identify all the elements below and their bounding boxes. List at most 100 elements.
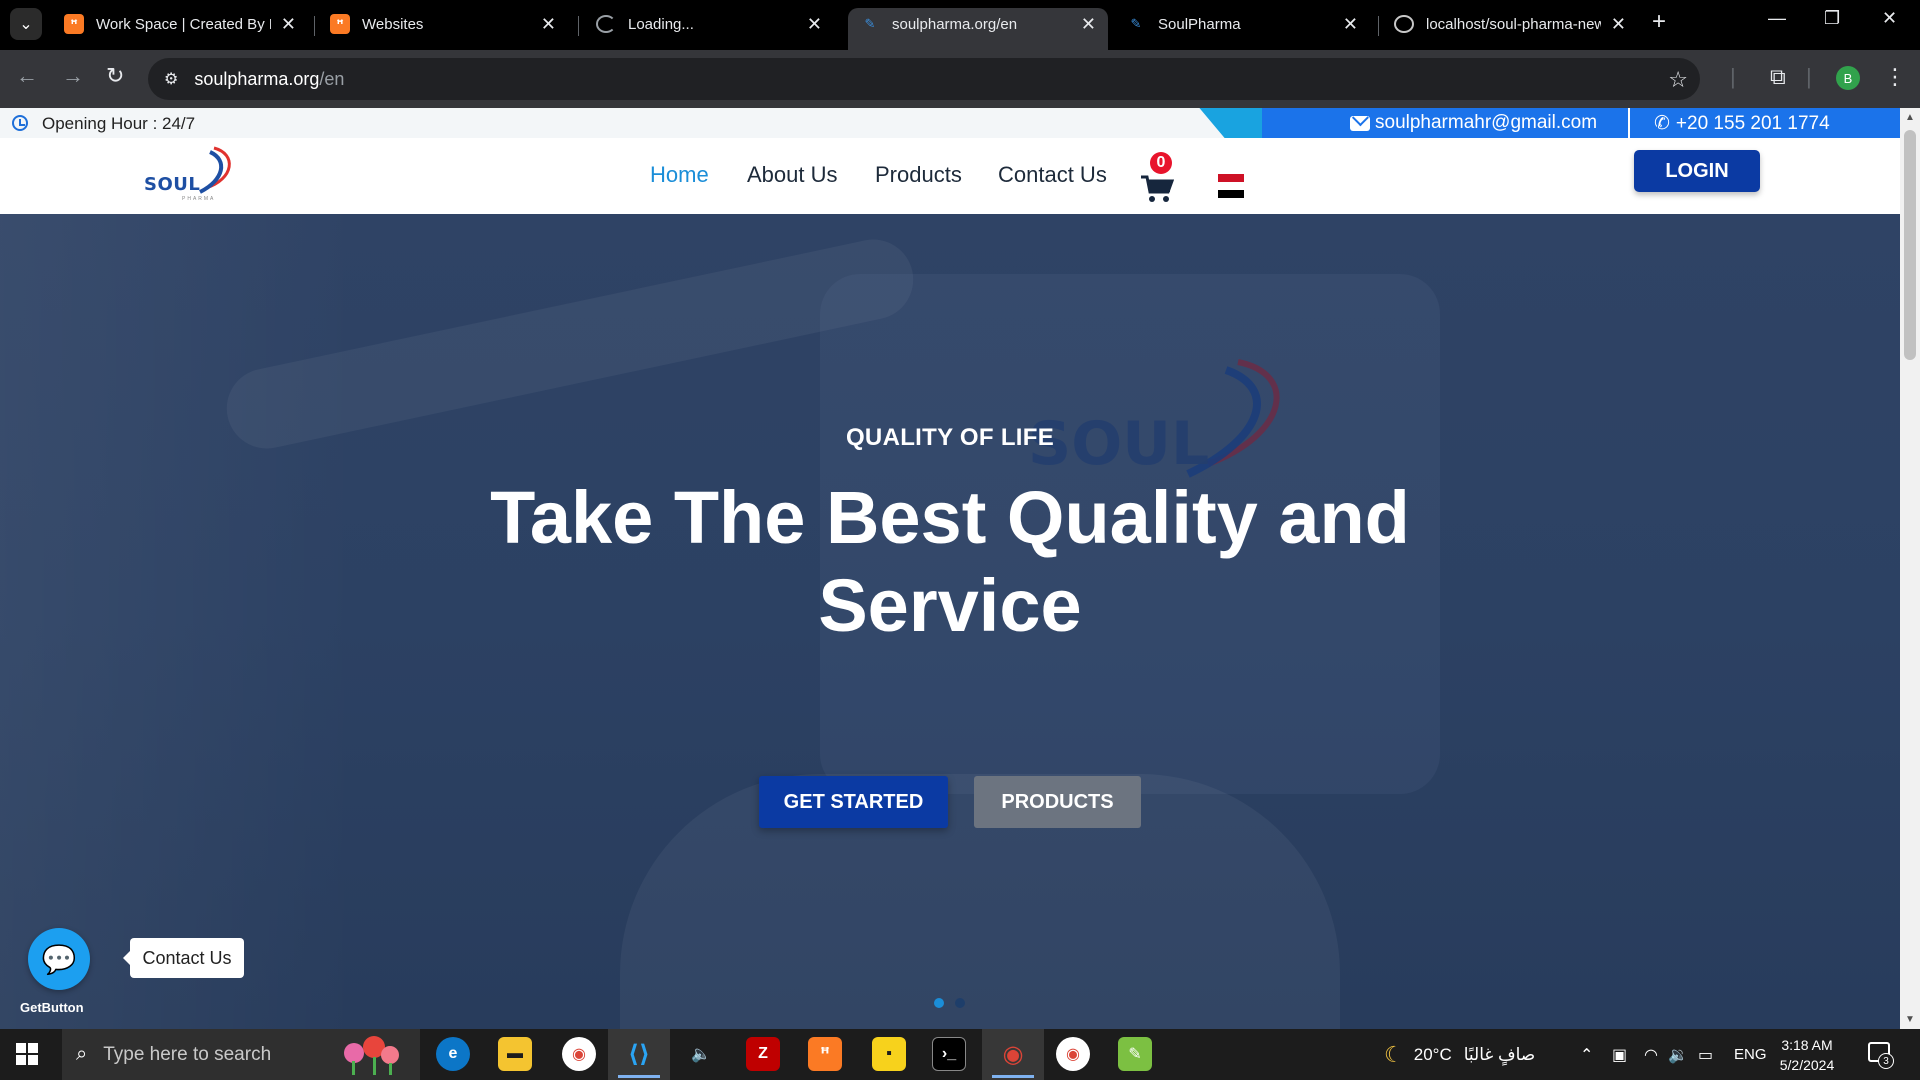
- notification-count: 3: [1878, 1053, 1894, 1069]
- browser-menu-icon[interactable]: ⋮: [1884, 64, 1906, 90]
- url-path: /en: [319, 68, 345, 89]
- extensions-icon[interactable]: ⧉: [1770, 64, 1786, 90]
- chat-widget-label[interactable]: Contact Us: [123, 938, 244, 978]
- login-button[interactable]: LOGIN: [1634, 150, 1760, 192]
- chevron-down-icon: ⌄: [19, 16, 33, 33]
- filezilla-icon[interactable]: Z: [746, 1037, 780, 1071]
- taskbar-clock[interactable]: 3:18 AM 5/2/2024: [1772, 1035, 1842, 1075]
- url-host: soulpharma.org: [194, 68, 320, 89]
- edge-icon[interactable]: e: [436, 1037, 470, 1071]
- browser-tab[interactable]: localhost/soul-pharma-new ✕: [1382, 8, 1638, 50]
- cart-count-badge: 0: [1150, 152, 1172, 174]
- soul-pharma-icon: ✎: [1130, 16, 1142, 31]
- browser-tab[interactable]: ꟸ Work Space | Created By Er ✕: [52, 8, 308, 50]
- phone-link[interactable]: ✆ +20 155 201 1774: [1654, 112, 1830, 135]
- sticky-notes-icon[interactable]: ▪: [872, 1037, 906, 1071]
- tab-title: localhost/soul-pharma-new: [1426, 15, 1601, 33]
- active-app-indicator: [618, 1075, 660, 1078]
- hero-subtitle: QUALITY OF LIFE: [845, 424, 1055, 451]
- phone-icon: ✆: [1654, 113, 1670, 134]
- browser-tab[interactable]: Loading... ✕: [584, 8, 834, 50]
- contact-divider: [1628, 108, 1630, 138]
- forward-icon[interactable]: →: [62, 63, 84, 89]
- input-language[interactable]: ENG: [1734, 1029, 1767, 1080]
- carousel-dot[interactable]: [955, 998, 965, 1008]
- get-started-button[interactable]: GET STARTED: [759, 776, 948, 828]
- logo-text: SOUL: [144, 174, 201, 195]
- close-tab-icon[interactable]: ✕: [1611, 14, 1626, 35]
- bookmark-star-icon[interactable]: ☆: [1668, 67, 1688, 93]
- chrome-profile-taskbar-item[interactable]: ◉: [982, 1029, 1044, 1080]
- browser-tab-active[interactable]: ✎ soulpharma.org/en ✕: [848, 8, 1108, 50]
- email-text: soulpharmahr@gmail.com: [1375, 112, 1598, 133]
- close-tab-icon[interactable]: ✕: [541, 14, 556, 35]
- shopping-cart-icon[interactable]: [1140, 174, 1174, 204]
- battery-icon[interactable]: ▭: [1698, 1029, 1713, 1080]
- scrollbar-thumb[interactable]: [1904, 130, 1916, 360]
- vscode-taskbar-item[interactable]: ⟨⟩: [608, 1029, 670, 1080]
- vscode-icon: ⟨⟩: [628, 1041, 650, 1068]
- windows-start-icon[interactable]: [16, 1043, 38, 1065]
- taskbar-search[interactable]: ⌕ Type here to search: [62, 1029, 420, 1080]
- carousel-dot-active[interactable]: [934, 998, 944, 1008]
- volume-icon[interactable]: 🔉: [1668, 1029, 1688, 1080]
- search-placeholder: Type here to search: [103, 1043, 272, 1065]
- back-icon[interactable]: ←: [16, 63, 38, 89]
- tray-chevron-icon[interactable]: ⌃: [1580, 1029, 1593, 1080]
- xampp-icon[interactable]: ꟸ: [808, 1037, 842, 1071]
- close-tab-icon[interactable]: ✕: [281, 14, 296, 35]
- envelope-icon: [1350, 115, 1370, 131]
- scroll-down-icon[interactable]: ▼: [1905, 1014, 1915, 1025]
- new-tab-button[interactable]: +: [1652, 8, 1666, 36]
- close-tab-icon[interactable]: ✕: [807, 14, 822, 35]
- close-tab-icon[interactable]: ✕: [1081, 14, 1096, 35]
- chrome-icon[interactable]: ◉: [1056, 1037, 1090, 1071]
- address-bar[interactable]: ⚙ soulpharma.org/en ☆: [148, 58, 1700, 100]
- speaker-app-icon[interactable]: 🔈: [684, 1037, 718, 1071]
- loading-spinner-icon: [596, 15, 616, 33]
- tab-title: Loading...: [628, 15, 694, 33]
- scroll-up-icon[interactable]: ▲: [1905, 112, 1915, 123]
- browser-tab-strip: ⌄ ꟸ Work Space | Created By Er ✕ ꟸ Websi…: [0, 0, 1920, 50]
- site-logo[interactable]: SOUL PHARMA: [142, 144, 242, 204]
- chat-widget-button[interactable]: 💬: [28, 928, 90, 990]
- site-navbar: SOUL PHARMA Home About Us Products Conta…: [0, 138, 1900, 214]
- egypt-flag-icon[interactable]: [1218, 174, 1244, 198]
- minimize-icon[interactable]: —: [1768, 8, 1786, 29]
- tab-separator: [1378, 16, 1379, 36]
- browser-tab[interactable]: ꟸ Websites ✕: [318, 8, 568, 50]
- hero-title: Take The Best Quality and Service: [490, 476, 1410, 647]
- close-window-icon[interactable]: ✕: [1882, 8, 1897, 29]
- nav-products[interactable]: Products: [875, 162, 962, 188]
- nav-contact-us[interactable]: Contact Us: [998, 162, 1107, 188]
- products-button[interactable]: PRODUCTS: [974, 776, 1141, 828]
- toolbar-separator: |: [1806, 64, 1812, 89]
- site-info-icon[interactable]: ⚙: [164, 69, 178, 89]
- weather-widget[interactable]: ☾ 20°C صافٍ غالبًا: [1384, 1029, 1535, 1080]
- getbutton-brand: GetButton: [20, 1000, 84, 1015]
- tab-title: soulpharma.org/en: [892, 15, 1018, 33]
- meet-now-icon[interactable]: ▣: [1612, 1029, 1627, 1080]
- terminal-icon[interactable]: ›_: [932, 1037, 966, 1071]
- reload-icon[interactable]: ↻: [106, 63, 124, 89]
- tab-search-button[interactable]: ⌄: [10, 8, 42, 40]
- wifi-icon[interactable]: ◠: [1644, 1029, 1658, 1080]
- windows-taskbar: ⌕ Type here to search e ▬ ◉ ⟨⟩ 🔈 Z ꟸ ▪ ›…: [0, 1029, 1920, 1080]
- email-link[interactable]: soulpharmahr@gmail.com: [1350, 112, 1597, 134]
- weather-text: صافٍ غالبًا: [1463, 1044, 1536, 1064]
- nav-about-us[interactable]: About Us: [747, 162, 838, 188]
- chrome-icon: ◉: [1002, 1041, 1024, 1068]
- notepadpp-icon[interactable]: ✎: [1118, 1037, 1152, 1071]
- chrome-icon[interactable]: ◉: [562, 1037, 596, 1071]
- file-explorer-icon[interactable]: ▬: [498, 1037, 532, 1071]
- contact-topbar: Opening Hour : 24/7 soulpharmahr@gmail.c…: [0, 108, 1900, 138]
- restore-icon[interactable]: ❐: [1824, 8, 1840, 29]
- weather-moon-icon: ☾: [1384, 1041, 1404, 1067]
- profile-avatar[interactable]: B: [1836, 66, 1860, 90]
- close-tab-icon[interactable]: ✕: [1343, 14, 1358, 35]
- nav-home[interactable]: Home: [650, 162, 709, 188]
- page-scrollbar[interactable]: ▲ ▼: [1900, 108, 1920, 1029]
- search-icon: ⌕: [76, 1043, 88, 1065]
- browser-tab[interactable]: ✎ SoulPharma ✕: [1114, 8, 1370, 50]
- tulips-icon: [344, 1036, 399, 1075]
